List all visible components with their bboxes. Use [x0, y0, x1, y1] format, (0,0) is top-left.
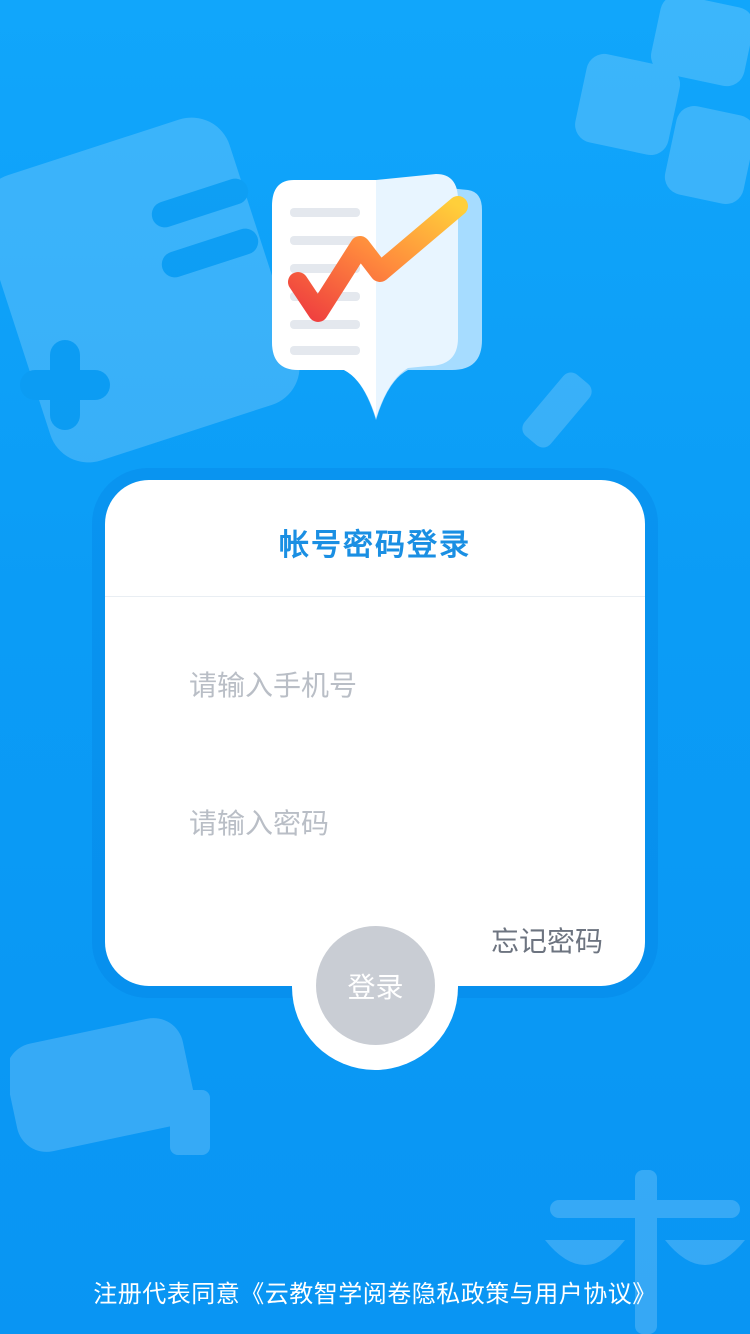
balance-scale-icon	[545, 1170, 745, 1334]
math-symbols-icon	[0, 117, 300, 463]
divider	[105, 596, 645, 597]
check-chart-logo-icon	[272, 174, 482, 420]
login-button[interactable]: 登录	[316, 926, 435, 1045]
privacy-agreement-link[interactable]: 注册代表同意《云教智学阅卷隐私政策与用户协议》	[0, 1274, 750, 1309]
login-card: 帐号密码登录 忘记密码	[105, 480, 645, 986]
card-title-text: 帐号密码登录	[277, 520, 473, 564]
forgot-password-link[interactable]: 忘记密码	[491, 920, 603, 960]
pencil-icon	[522, 372, 592, 448]
phone-input[interactable]	[189, 660, 569, 710]
flask-icon	[10, 1018, 210, 1155]
card-title: 帐号密码登录	[105, 520, 645, 564]
password-input[interactable]	[189, 798, 569, 848]
abc-blocks-icon	[575, 0, 750, 204]
